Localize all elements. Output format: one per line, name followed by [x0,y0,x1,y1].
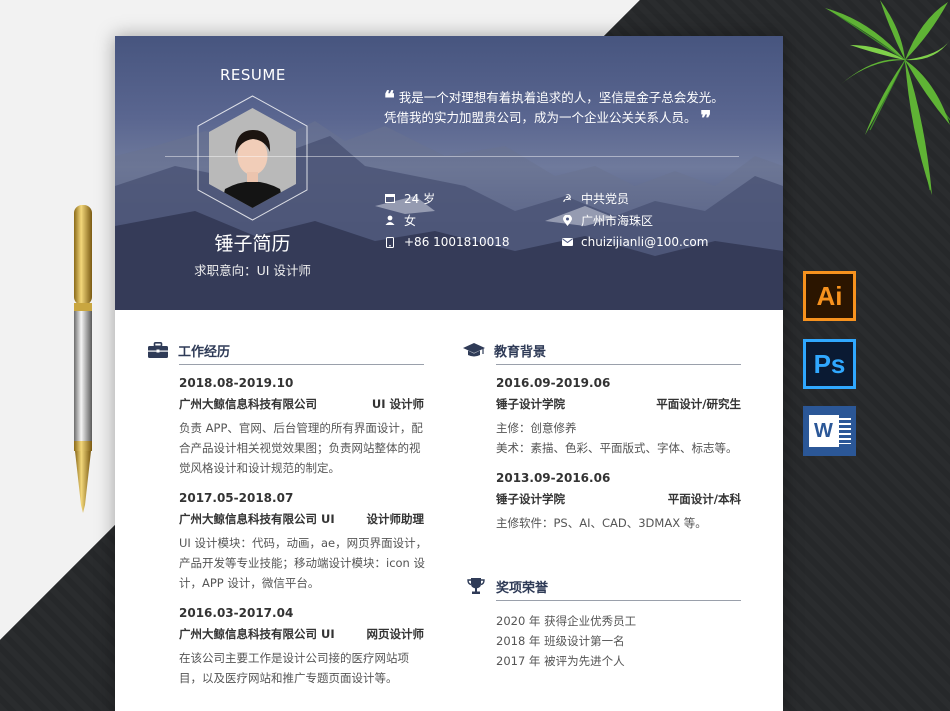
work-1-company: 广州大鲸信息科技有限公司 [179,397,317,411]
info-location: 广州市海珠区 [558,212,653,228]
education-section-header: 教育背景 [463,339,546,361]
pen-decoration [74,205,92,513]
trophy-icon [465,576,487,596]
email-icon [558,238,576,246]
work-section-title: 工作经历 [178,344,231,360]
work-2-desc: UI 设计模块：代码，动画，ae，网页界面设计， 产品开发等专业技能；移动端设计模… [179,536,428,590]
quote-open-icon: ❝ [384,86,395,110]
award-3: 2017 年 被评为先进个人 [496,654,625,668]
info-gender: 女 [381,212,416,228]
awards-section-line [496,600,741,601]
job-intent: 求职意向：UI 设计师 [194,263,311,278]
info-age: 24 岁 [381,190,435,206]
info-politics: ☭ 中共党员 [558,190,629,206]
work-2-role: 设计师助理 [366,512,425,526]
illustrator-icon: Ai [803,271,856,321]
briefcase-icon [147,340,169,360]
edu-1-date: 2016.09-2019.06 [496,376,611,390]
award-2: 2018 年 班级设计第一名 [496,634,625,648]
phone-icon [381,236,399,248]
work-section-header: 工作经历 [147,339,230,361]
award-1: 2020 年 获得企业优秀员工 [496,614,637,628]
header-divider [165,156,739,157]
avatar [197,95,308,221]
education-section-title: 教育背景 [494,344,547,360]
party-icon: ☭ [562,191,572,205]
work-1-role: UI 设计师 [371,397,424,411]
edu-1-desc: 主修：创意修养 美术：素描、色彩、平面版式、字体、标志等。 [496,421,738,455]
calendar-icon [381,193,399,203]
work-section-line [179,364,424,365]
photoshop-icon: Ps [803,339,856,389]
edu-2-school: 锤子设计学院 [496,492,565,506]
header-banner: RESUME 锤子简历 求职意向：UI 设计师 ❝ 我是一个对理想有着执着追求的… [115,36,783,310]
work-1-date: 2018.08-2019.10 [179,376,294,390]
edu-1-school: 锤子设计学院 [496,397,565,411]
quote-close-icon: ❞ [700,106,712,130]
quote-line-2: 凭借我的实力加盟贵公司，成为一个企业公关关系人员。 [384,110,697,125]
edu-2-desc: 主修软件：PS、AI、CAD、3DMAX 等。 [496,516,707,530]
edu-2-date: 2013.09-2016.06 [496,471,611,485]
work-2-date: 2017.05-2018.07 [179,491,294,505]
user-icon [381,215,399,225]
education-section-line [496,364,741,365]
resume-paper: RESUME 锤子简历 求职意向：UI 设计师 ❝ 我是一个对理想有着执着追求的… [115,36,783,711]
work-1-desc: 负责 APP、官网、后台管理的所有界面设计，配 合产品设计相关视觉效果图；负责网站… [179,421,423,475]
info-email: chuizijianli@100.com [558,234,708,250]
awards-section-header: 奖项荣誉 [465,575,548,597]
graduation-cap-icon [463,340,485,360]
quote-line-1: 我是一个对理想有着执着追求的人，坚信是金子总会发光。 [398,90,724,105]
work-3-company: 广州大鲸信息科技有限公司 UI [179,627,335,641]
work-3-date: 2016.03-2017.04 [179,606,294,620]
edu-2-degree: 平面设计/本科 [667,492,741,506]
work-2-company: 广州大鲸信息科技有限公司 UI [179,512,335,526]
self-quote: ❝ 我是一个对理想有着执着追求的人，坚信是金子总会发光。 凭借我的实力加盟贵公司… [384,88,744,128]
work-3-desc: 在该公司主要工作是设计公司接的医疗网站项 目，以及医疗网站和推广专题页面设计等。 [179,651,409,685]
info-phone: +86 1001810018 [381,234,510,250]
candidate-name: 锤子简历 [214,233,291,255]
awards-section-title: 奖项荣誉 [496,580,549,596]
word-icon: W [803,406,856,456]
plant-decoration [825,0,950,195]
edu-1-degree: 平面设计/研究生 [656,397,741,411]
work-3-role: 网页设计师 [366,627,425,641]
resume-label: RESUME [220,66,286,84]
location-pin-icon [558,214,576,226]
